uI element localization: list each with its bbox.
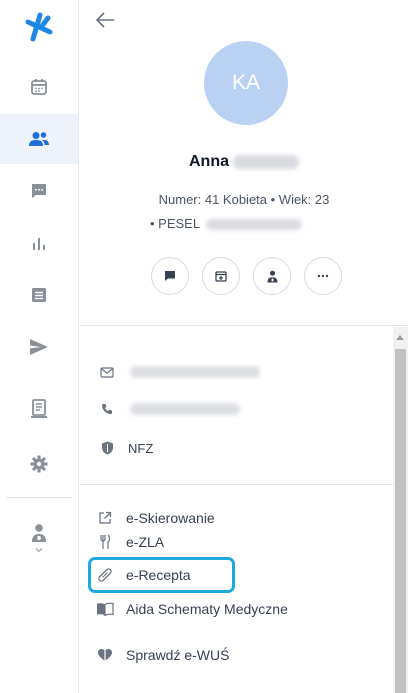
sidebar-divider [6, 497, 72, 498]
scrollbar[interactable] [393, 327, 408, 693]
more-icon [317, 274, 329, 278]
sidebar [0, 0, 79, 693]
avatar-initials: KA [231, 71, 260, 94]
chevron-down-icon[interactable] [33, 544, 45, 556]
divider [80, 484, 393, 485]
sidebar-item-documents[interactable] [0, 384, 78, 434]
scrollbar-thumb[interactable] [395, 349, 406, 693]
doctor-icon [32, 524, 46, 542]
calendar-icon [31, 79, 47, 95]
sidebar-item-list[interactable] [0, 270, 78, 320]
calendar-plus-icon [215, 271, 227, 282]
add-appointment-button[interactable] [202, 257, 240, 295]
patients-icon [29, 132, 49, 146]
assign-doctor-button[interactable] [253, 257, 291, 295]
send-icon [30, 339, 48, 355]
redacted-pesel [206, 219, 303, 231]
mail-icon [100, 366, 114, 378]
phone-icon [102, 404, 112, 414]
e-recepta-label: e-Recepta [126, 567, 191, 583]
chat-icon [32, 184, 46, 198]
patient-meta: Numer: 41 Kobieta • Wiek: 23 [158, 192, 330, 207]
patient-name: Anna [80, 153, 408, 171]
redacted-last-name [233, 154, 299, 169]
e-skierowanie-link[interactable]: e-Skierowanie [94, 506, 215, 530]
back-arrow-icon[interactable] [94, 10, 116, 30]
phone-row[interactable] [98, 397, 240, 421]
quick-actions [151, 257, 342, 295]
external-link-icon [99, 511, 112, 524]
e-recepta-link[interactable]: e-Recepta [94, 563, 191, 587]
redacted-email [130, 366, 260, 378]
patient-first-name: Anna [189, 153, 229, 170]
pesel-label: • PESEL [150, 216, 201, 231]
doctor-icon [267, 270, 277, 282]
aida-label: Aida Schematy Medyczne [126, 601, 288, 617]
message-button[interactable] [151, 257, 189, 295]
scroll-up-arrow-icon[interactable] [396, 335, 404, 340]
patient-panel: KA Anna Numer: 41 Kobieta • Wiek: 23 • P… [80, 0, 408, 693]
sidebar-item-patients[interactable] [0, 114, 78, 164]
sidebar-item-send[interactable] [0, 322, 78, 372]
email-row[interactable] [98, 360, 260, 384]
heart-icon [98, 649, 112, 661]
patient-pesel: • PESEL [150, 216, 303, 231]
sidebar-item-statistics[interactable] [0, 218, 78, 268]
e-zla-label: e-ZLA [126, 534, 165, 550]
ewus-label: Sprawdź e-WUŚ [126, 647, 230, 663]
insurer-label: NFZ [128, 440, 154, 456]
document-icon [31, 399, 47, 418]
sidebar-item-settings[interactable] [0, 439, 78, 489]
book-icon [97, 602, 114, 616]
sidebar-item-messages[interactable] [0, 166, 78, 216]
stats-icon [33, 238, 45, 250]
shield-icon [101, 441, 113, 455]
app-logo[interactable] [0, 2, 78, 52]
fork-knife-icon [100, 534, 111, 549]
divider [80, 325, 408, 326]
logo-icon [25, 12, 53, 42]
insurer-row: NFZ [98, 436, 153, 460]
ewus-link[interactable]: Sprawdź e-WUŚ [94, 643, 229, 667]
e-zla-link[interactable]: e-ZLA [94, 530, 164, 554]
e-skierowanie-label: e-Skierowanie [126, 510, 215, 526]
sidebar-item-calendar[interactable] [0, 62, 78, 112]
redacted-phone [130, 403, 240, 415]
list-icon [32, 288, 46, 302]
chat-icon [165, 271, 175, 281]
aida-link[interactable]: Aida Schematy Medyczne [94, 597, 288, 621]
pill-icon [98, 568, 112, 582]
patient-avatar: KA [204, 41, 288, 125]
more-options-button[interactable] [304, 257, 342, 295]
settings-icon [30, 455, 48, 473]
